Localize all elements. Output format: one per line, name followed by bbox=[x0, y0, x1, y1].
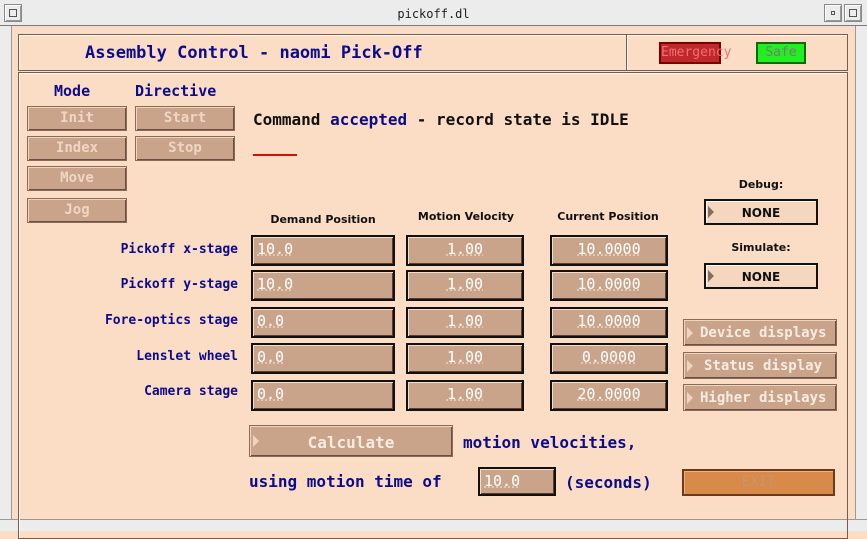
title-panel: Assembly Control - naomi Pick-Off bbox=[18, 34, 627, 71]
demand-input-pickoff-x[interactable]: 10.0 bbox=[251, 235, 395, 266]
debug-value: NONE bbox=[741, 206, 781, 220]
velocity-value: 1.00 bbox=[446, 240, 484, 258]
demand-value: 10.0 bbox=[257, 275, 294, 293]
index-button[interactable]: Index bbox=[27, 136, 127, 161]
current-value: 10.0000 bbox=[577, 275, 641, 293]
page-title: Assembly Control - naomi Pick-Off bbox=[85, 43, 423, 63]
velocity-value: 1.00 bbox=[446, 348, 484, 366]
status-display-label: Status display bbox=[704, 358, 823, 374]
window-title: pickoff.dl bbox=[397, 7, 470, 21]
demand-input-fore-optics[interactable]: 0.0 bbox=[251, 307, 395, 338]
demand-value: 0.0 bbox=[257, 385, 285, 403]
status-word: accepted bbox=[330, 110, 408, 129]
current-value: 20.0000 bbox=[577, 385, 641, 403]
demand-value: 0.0 bbox=[257, 348, 285, 366]
status-suffix: - record state is IDLE bbox=[416, 110, 629, 129]
velocity-input-pickoff-y[interactable]: 1.00 bbox=[406, 270, 524, 301]
jog-button[interactable]: Jog bbox=[27, 198, 127, 223]
velocity-input-fore-optics[interactable]: 1.00 bbox=[406, 307, 524, 338]
higher-displays-button[interactable]: Higher displays bbox=[683, 384, 837, 411]
velocity-input-lenslet-wheel[interactable]: 1.00 bbox=[406, 343, 524, 374]
motion-velocities-text: motion velocities, bbox=[463, 433, 637, 452]
velocity-header: Motion Velocity bbox=[417, 210, 515, 223]
calculate-button[interactable]: Calculate bbox=[249, 425, 453, 457]
directive-heading: Directive bbox=[135, 82, 217, 100]
current-value-pickoff-x: 10.0000 bbox=[550, 235, 668, 266]
related-display-icon bbox=[687, 326, 693, 339]
mode-heading: Mode bbox=[54, 82, 91, 100]
motion-time-input[interactable]: 10.0 bbox=[478, 467, 556, 496]
velocity-input-camera-stage[interactable]: 1.00 bbox=[406, 380, 524, 411]
safe-indicator: Safe bbox=[756, 42, 806, 64]
device-displays-label: Device displays bbox=[700, 325, 827, 341]
row-label-pickoff-y: Pickoff y-stage bbox=[120, 277, 238, 292]
seconds-text: (seconds) bbox=[565, 473, 652, 492]
app-area: Assembly Control - naomi Pick-Off Emerge… bbox=[12, 26, 855, 539]
velocity-value: 1.00 bbox=[446, 385, 484, 403]
higher-displays-label: Higher displays bbox=[700, 390, 827, 406]
status-prefix: Command bbox=[253, 110, 321, 129]
demand-input-camera-stage[interactable]: 0.0 bbox=[251, 380, 395, 411]
demand-value: 10.0 bbox=[257, 240, 294, 258]
move-button[interactable]: Move bbox=[27, 166, 127, 191]
motion-time-text: using motion time of bbox=[249, 472, 442, 491]
device-displays-button[interactable]: Device displays bbox=[683, 319, 837, 346]
stop-button[interactable]: Stop bbox=[135, 136, 235, 161]
row-label-camera-stage: Camera stage bbox=[144, 384, 238, 399]
motion-time-value: 10.0 bbox=[484, 472, 521, 490]
demand-input-pickoff-y[interactable]: 10.0 bbox=[251, 270, 395, 301]
current-header: Current Position bbox=[557, 210, 659, 223]
current-value: 10.0000 bbox=[577, 312, 641, 330]
row-label-fore-optics: Fore-optics stage bbox=[104, 313, 238, 328]
simulate-label: Simulate: bbox=[731, 241, 791, 254]
alarm-panel: Emergency Safe bbox=[626, 34, 848, 71]
velocity-input-pickoff-x[interactable]: 1.00 bbox=[406, 235, 524, 266]
status-display-button[interactable]: Status display bbox=[683, 352, 837, 379]
related-display-icon bbox=[687, 359, 693, 372]
minimize-icon bbox=[831, 11, 835, 15]
related-display-icon bbox=[687, 391, 693, 404]
maximize-icon bbox=[849, 9, 857, 17]
demand-header: Demand Position bbox=[270, 213, 376, 226]
right-border[interactable] bbox=[855, 26, 867, 531]
velocity-value: 1.00 bbox=[446, 312, 484, 330]
row-label-lenslet-wheel: Lenslet wheel bbox=[136, 349, 238, 364]
start-button[interactable]: Start bbox=[135, 106, 235, 131]
simulate-menu[interactable]: NONE bbox=[704, 263, 818, 289]
left-border[interactable] bbox=[0, 26, 12, 531]
demand-input-lenslet-wheel[interactable]: 0.0 bbox=[251, 343, 395, 374]
minimize-button[interactable] bbox=[824, 4, 842, 22]
row-label-pickoff-x: Pickoff x-stage bbox=[120, 242, 238, 257]
current-value: 0.0000 bbox=[581, 348, 637, 366]
init-button[interactable]: Init bbox=[27, 106, 127, 131]
current-value-camera-stage: 20.0000 bbox=[550, 380, 668, 411]
current-value-fore-optics: 10.0000 bbox=[550, 307, 668, 338]
status-message: Command accepted - record state is IDLE bbox=[253, 110, 629, 129]
velocity-value: 1.00 bbox=[446, 275, 484, 293]
debug-label: Debug: bbox=[738, 178, 784, 191]
current-value-pickoff-y: 10.0000 bbox=[550, 270, 668, 301]
demand-value: 0.0 bbox=[257, 312, 285, 330]
exit-button[interactable]: EXIT bbox=[682, 469, 835, 496]
title-bar[interactable]: pickoff.dl bbox=[0, 0, 867, 26]
calculate-label: Calculate bbox=[307, 433, 395, 452]
current-value: 10.0000 bbox=[577, 240, 641, 258]
maximize-button[interactable] bbox=[844, 4, 862, 22]
current-value-lenslet-wheel: 0.0000 bbox=[550, 343, 668, 374]
status-bar bbox=[253, 154, 297, 156]
debug-menu[interactable]: NONE bbox=[704, 199, 818, 225]
simulate-value: NONE bbox=[741, 270, 781, 284]
emergency-indicator: Emergency bbox=[659, 42, 731, 64]
